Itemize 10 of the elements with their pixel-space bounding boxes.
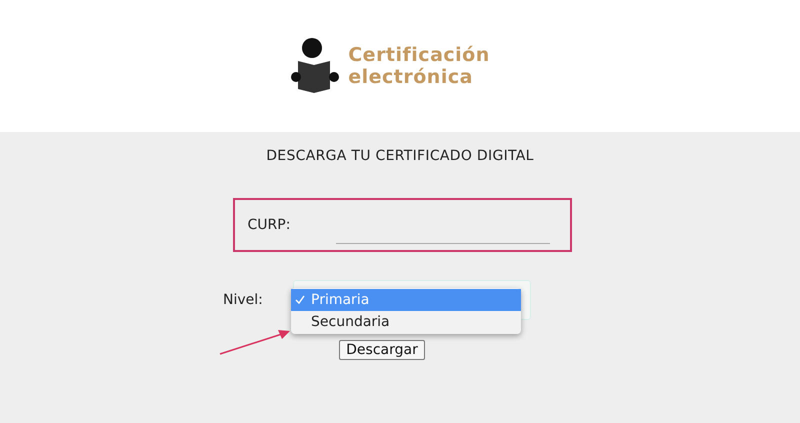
logo-text: Certificación (348, 44, 490, 66)
arrow-icon (218, 328, 292, 356)
nivel-label: Nivel: (223, 292, 263, 308)
check-icon (295, 295, 305, 305)
logo-text: electrónica (348, 66, 474, 88)
curp-field[interactable]: CURP: (232, 198, 572, 252)
curp-label: CURP: (248, 217, 290, 233)
page-title: DESCARGA TU CERTIFICADO DIGITAL (266, 148, 534, 164)
download-button[interactable]: Descargar (339, 340, 425, 360)
dropdown-option[interactable]: Secundaria (291, 311, 521, 333)
